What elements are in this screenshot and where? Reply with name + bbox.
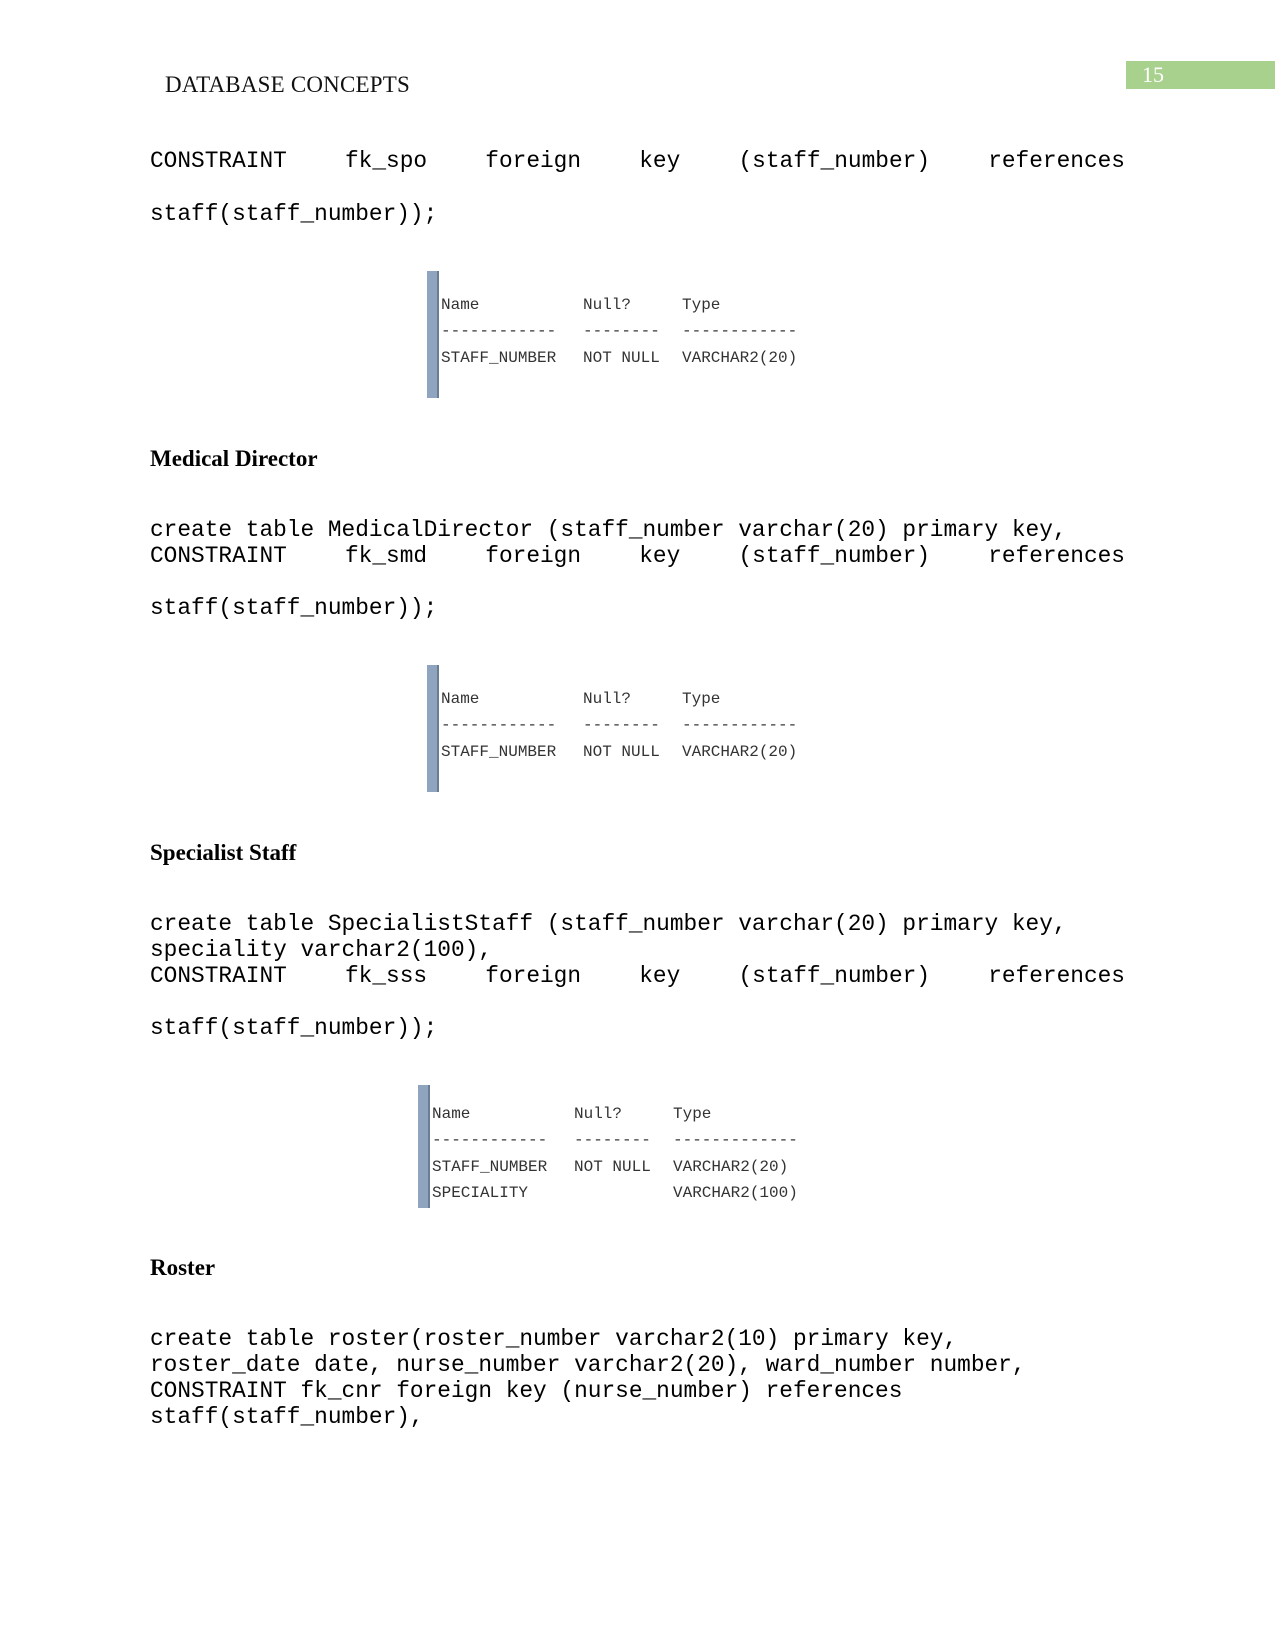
cell: VARCHAR2(20) — [682, 349, 798, 367]
code-line-constraint-spo: CONSTRAINT fk_spo foreign key (staff_num… — [150, 148, 1125, 174]
separator: ------------ — [432, 1131, 548, 1149]
column-header: Type — [673, 1105, 712, 1123]
separator: ------------- — [673, 1131, 798, 1149]
image-border — [427, 665, 439, 792]
column-header: Name — [432, 1105, 471, 1123]
code-line: staff(staff_number)); — [150, 595, 438, 621]
code-word: CONSTRAINT — [150, 963, 287, 989]
code-line: create table SpecialistStaff (staff_numb… — [150, 911, 1067, 937]
code-line: staff(staff_number)); — [150, 1015, 438, 1041]
code-word: key — [639, 963, 681, 989]
code-word: foreign — [485, 963, 582, 989]
cell: STAFF_NUMBER — [432, 1158, 548, 1176]
describe-output-image: Name Null? Type ------------ -------- --… — [427, 271, 817, 398]
image-border — [418, 1085, 430, 1208]
code-word: references — [988, 148, 1125, 174]
code-word: key — [639, 543, 681, 569]
code-word: fk_spo — [345, 148, 428, 174]
column-header: Type — [682, 690, 721, 708]
describe-output-image: Name Null? Type ------------ -------- --… — [427, 665, 817, 792]
cell: SPECIALITY — [432, 1184, 529, 1202]
code-word: fk_smd — [345, 543, 428, 569]
separator: ------------ — [441, 322, 557, 340]
page-number: 15 — [1142, 62, 1164, 87]
code-line-constraint-sss: CONSTRAINT fk_sss foreign key (staff_num… — [150, 963, 1125, 989]
section-heading: Roster — [150, 1255, 216, 1280]
separator: -------- — [574, 1131, 651, 1149]
column-header: Type — [682, 296, 721, 314]
code-line: staff(staff_number), — [150, 1404, 424, 1430]
image-border — [427, 271, 439, 398]
page-number-box: 15 — [1126, 61, 1275, 89]
code-word: CONSTRAINT — [150, 543, 287, 569]
separator: -------- — [583, 322, 660, 340]
cell: NOT NULL — [574, 1158, 651, 1176]
code-word: (staff_number) — [738, 963, 930, 989]
code-word: references — [988, 963, 1125, 989]
table-row: SPECIALITY VARCHAR2(100) — [432, 1183, 798, 1283]
separator: ------------ — [441, 716, 557, 734]
section-heading: Medical Director — [150, 446, 318, 471]
cell: VARCHAR2(20) — [673, 1158, 789, 1176]
column-header: Name — [441, 690, 480, 708]
code-line: create table MedicalDirector (staff_numb… — [150, 517, 1067, 543]
code-word: references — [988, 543, 1125, 569]
cell: STAFF_NUMBER — [441, 743, 557, 761]
code-line: speciality varchar2(100), — [150, 937, 493, 963]
code-word: CONSTRAINT — [150, 148, 287, 174]
code-line-constraint-smd: CONSTRAINT fk_smd foreign key (staff_num… — [150, 543, 1125, 569]
table-row: STAFF_NUMBER NOT NULL VARCHAR2(20) — [441, 742, 797, 842]
code-word: fk_sss — [345, 963, 428, 989]
code-word: foreign — [485, 543, 582, 569]
column-header: Null? — [583, 296, 632, 314]
describe-output-image: Name Null? Type ------------ -------- --… — [418, 1085, 818, 1208]
code-word: (staff_number) — [738, 148, 930, 174]
column-header: Null? — [583, 690, 632, 708]
code-word: (staff_number) — [738, 543, 930, 569]
cell: NOT NULL — [583, 349, 660, 367]
running-header: DATABASE CONCEPTS — [165, 72, 411, 97]
separator: -------- — [583, 716, 660, 734]
cell: STAFF_NUMBER — [441, 349, 557, 367]
column-header: Null? — [574, 1105, 623, 1123]
code-word: key — [639, 148, 681, 174]
cell: VARCHAR2(20) — [682, 743, 798, 761]
column-header: Name — [441, 296, 480, 314]
section-heading: Specialist Staff — [150, 840, 297, 865]
code-line: roster_date date, nurse_number varchar2(… — [150, 1352, 1026, 1378]
code-line: create table roster(roster_number varcha… — [150, 1326, 958, 1352]
cell: VARCHAR2(100) — [673, 1184, 798, 1202]
separator: ------------ — [682, 322, 798, 340]
table-row: STAFF_NUMBER NOT NULL VARCHAR2(20) — [441, 348, 797, 448]
cell: NOT NULL — [583, 743, 660, 761]
code-line: staff(staff_number)); — [150, 201, 438, 227]
code-word: foreign — [485, 148, 582, 174]
separator: ------------ — [682, 716, 798, 734]
code-line: CONSTRAINT fk_cnr foreign key (nurse_num… — [150, 1378, 903, 1404]
